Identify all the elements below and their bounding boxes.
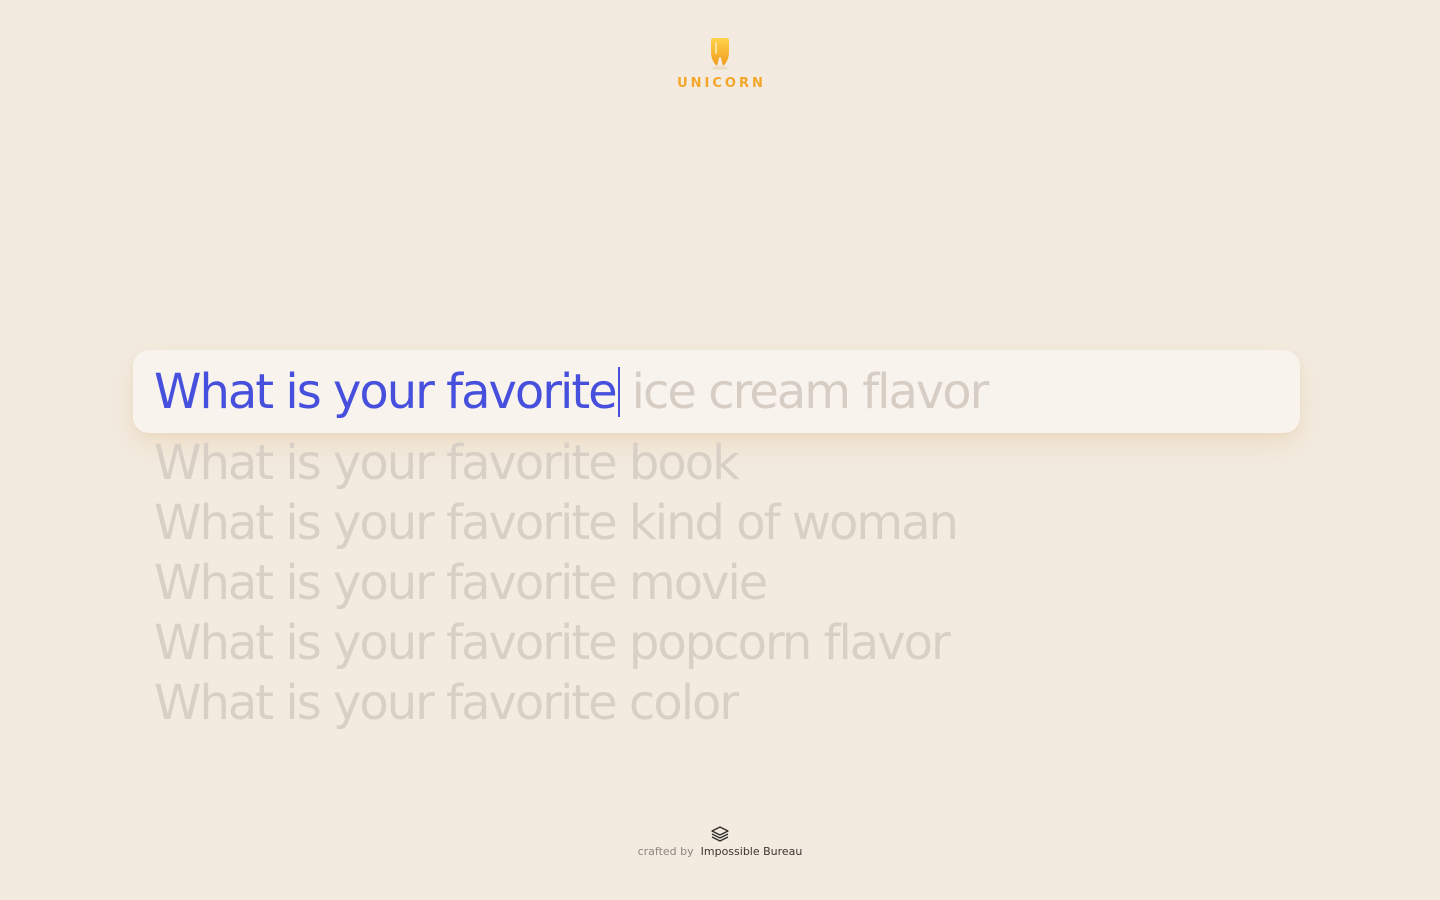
suggestion-item[interactable]: What is your favorite book <box>154 433 957 493</box>
logo-text: UNICORN <box>677 76 766 91</box>
typed-query: What is your favorite <box>154 363 618 420</box>
crafted-by-label: crafted by <box>637 845 694 858</box>
suggestion-item[interactable]: What is your favorite popcorn flavor <box>154 613 957 673</box>
footer: crafted by Impossible Bureau <box>0 826 1440 858</box>
search-box[interactable]: What is your favorite ice cream flavor <box>133 350 1300 433</box>
search-input[interactable]: What is your favorite ice cream flavor <box>154 363 990 420</box>
impossible-bureau-link[interactable]: Impossible Bureau <box>701 845 803 858</box>
unicorn-tooth-icon <box>711 38 729 70</box>
suggestion-list: What is your favorite book What is your … <box>154 433 959 733</box>
suggestion-item[interactable]: What is your favorite movie <box>154 553 957 613</box>
suggestion-item[interactable]: What is your favorite color <box>154 673 957 733</box>
credit-line: crafted by Impossible Bureau <box>638 845 803 858</box>
autocomplete-hint: ice cream flavor <box>631 363 990 420</box>
logo[interactable]: UNICORN <box>0 36 1440 91</box>
text-caret <box>617 366 620 417</box>
suggestion-item[interactable]: What is your favorite kind of woman <box>154 493 959 553</box>
layers-icon <box>711 826 729 842</box>
